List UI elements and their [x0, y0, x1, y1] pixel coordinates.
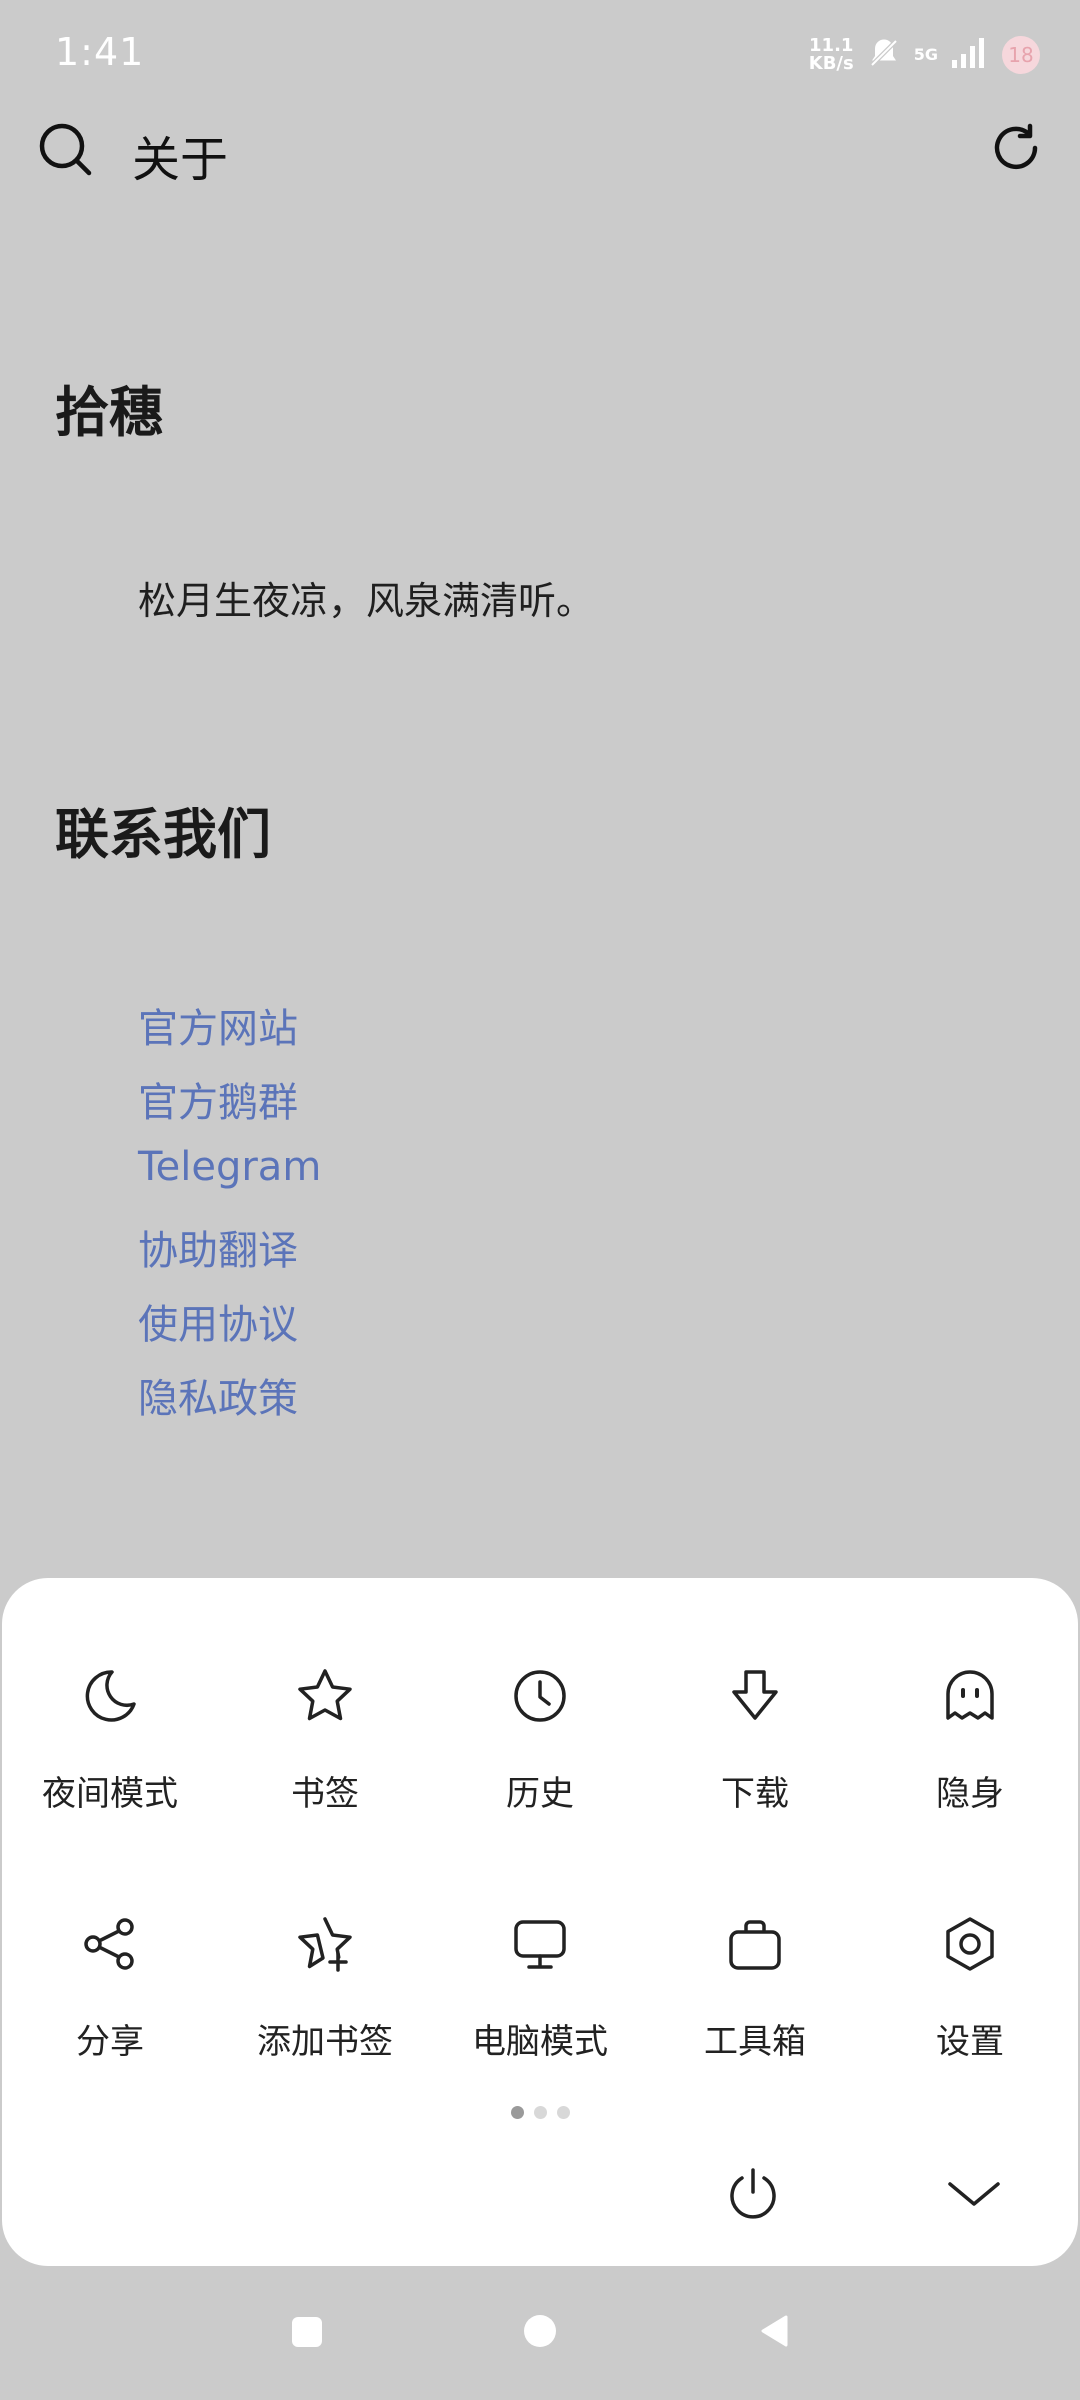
- menu-item-add-bookmark[interactable]: 添加书签: [217, 1904, 433, 2104]
- menu-item-night-mode[interactable]: 夜间模式: [2, 1656, 218, 1856]
- signal-icon: [950, 36, 990, 74]
- status-time: 1:41: [55, 30, 145, 74]
- link-terms-of-use[interactable]: 使用协议: [138, 1292, 298, 1350]
- section-heading-harvest: 拾穗: [55, 381, 163, 444]
- home-button[interactable]: [524, 2315, 556, 2347]
- menu-item-label: 下载: [721, 1774, 789, 1814]
- toolbox-icon: [725, 1904, 785, 1984]
- settings-hex-icon: [940, 1904, 1000, 1984]
- link-official-group[interactable]: 官方鹅群: [138, 1070, 298, 1128]
- star-plus-icon: [295, 1904, 355, 1984]
- bell-muted-icon: [866, 35, 902, 75]
- menu-item-toolbox[interactable]: 工具箱: [647, 1904, 863, 2104]
- page-dot-3: [556, 2106, 570, 2119]
- page-title: 关于: [132, 132, 229, 188]
- menu-item-history[interactable]: 历史: [432, 1656, 648, 1856]
- page-dot-2: [533, 2106, 547, 2119]
- menu-item-share[interactable]: 分享: [2, 1904, 218, 2104]
- menu-item-label: 书签: [291, 1774, 359, 1814]
- page-indicator: [2, 2106, 1078, 2119]
- menu-item-desktop-mode[interactable]: 电脑模式: [432, 1904, 648, 2104]
- menu-item-label: 隐身: [936, 1774, 1004, 1814]
- menu-sheet: 夜间模式 书签 历史 下载 隐身 分享 添加书签 电脑模式 工具箱 设置: [2, 1578, 1078, 2266]
- menu-item-bookmarks[interactable]: 书签: [217, 1656, 433, 1856]
- section-heading-contact: 联系我们: [55, 803, 271, 866]
- menu-item-label: 设置: [936, 2022, 1004, 2062]
- link-telegram[interactable]: Telegram: [138, 1144, 321, 1190]
- moon-icon: [80, 1656, 140, 1736]
- recents-button[interactable]: [292, 2317, 322, 2347]
- menu-item-settings[interactable]: 设置: [862, 1904, 1078, 2104]
- search-icon[interactable]: [38, 122, 94, 182]
- menu-item-label: 夜间模式: [42, 1774, 178, 1814]
- network-type: 5G: [913, 45, 938, 64]
- refresh-icon[interactable]: [990, 122, 1042, 178]
- battery-indicator: 18: [1002, 36, 1040, 74]
- menu-item-label: 历史: [506, 1774, 574, 1814]
- status-bar: 1:41 11.1 KB/s 5G 18: [0, 0, 1080, 110]
- menu-item-label: 添加书签: [257, 2022, 393, 2062]
- monitor-icon: [510, 1904, 570, 1984]
- link-help-translate[interactable]: 协助翻译: [138, 1218, 298, 1276]
- network-speed: 11.1 KB/s: [808, 35, 854, 74]
- page-dot-1: [510, 2106, 524, 2119]
- quote-text: 松月生夜凉，风泉满清听。: [138, 579, 595, 623]
- back-button[interactable]: [758, 2314, 790, 2352]
- chevron-down-icon[interactable]: [944, 2166, 1004, 2226]
- star-icon: [295, 1656, 355, 1736]
- menu-item-incognito[interactable]: 隐身: [862, 1656, 1078, 1856]
- system-nav-bar: [0, 2290, 1080, 2380]
- status-icons: 11.1 KB/s 5G 18: [809, 30, 1040, 80]
- toolbar: 关于: [0, 110, 1080, 190]
- link-privacy-policy[interactable]: 隐私政策: [138, 1366, 298, 1424]
- link-official-website[interactable]: 官方网站: [138, 996, 298, 1054]
- menu-item-label: 分享: [76, 2022, 144, 2062]
- share-icon: [80, 1904, 140, 1984]
- ghost-icon: [940, 1656, 1000, 1736]
- menu-item-downloads[interactable]: 下载: [647, 1656, 863, 1856]
- menu-item-label: 电脑模式: [472, 2022, 608, 2062]
- power-icon[interactable]: [725, 2166, 781, 2226]
- menu-item-label: 工具箱: [704, 2022, 806, 2062]
- clock-icon: [510, 1656, 570, 1736]
- download-arrow-icon: [725, 1656, 785, 1736]
